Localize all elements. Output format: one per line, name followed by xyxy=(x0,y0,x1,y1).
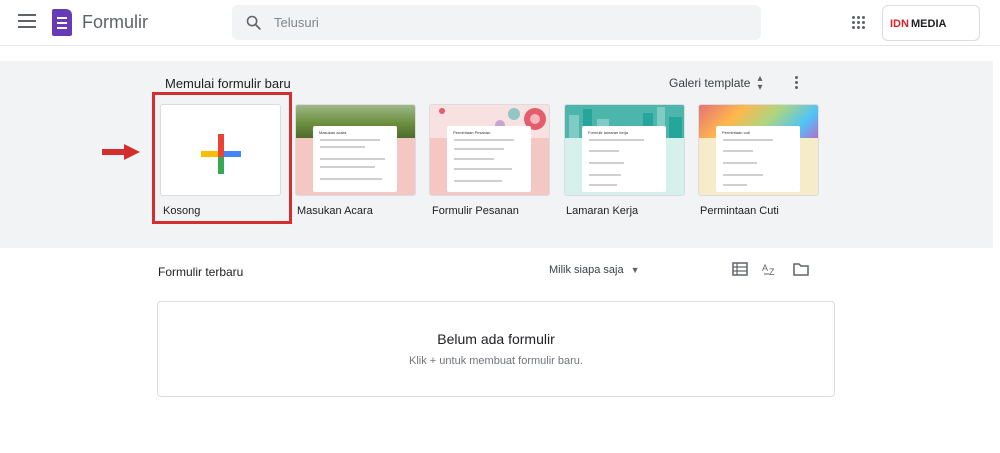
template-label-job-application[interactable]: Lamaran Kerja xyxy=(566,205,638,217)
sort-az-icon[interactable]: A Z xyxy=(762,262,778,276)
template-card-event-feedback[interactable]: Masukan acara xyxy=(295,104,416,196)
recent-forms-title: Formulir terbaru xyxy=(158,265,244,279)
mini-form-title: Formulir lamaran kerja xyxy=(588,130,629,135)
template-label-event-feedback[interactable]: Masukan Acara xyxy=(297,205,373,217)
empty-state-title: Belum ada formulir xyxy=(437,331,555,347)
mini-form-title: Masukan acara xyxy=(319,130,347,135)
gallery-title: Memulai formulir baru xyxy=(165,76,291,91)
mini-form-preview: Formulir lamaran kerja xyxy=(582,126,666,192)
highlight-box-annotation xyxy=(152,92,292,224)
more-vert-icon[interactable] xyxy=(795,76,799,90)
menu-icon[interactable] xyxy=(18,14,36,28)
svg-text:Z: Z xyxy=(769,267,775,276)
mini-form-preview: Permintaan cuti xyxy=(716,126,800,192)
mini-form-preview: Masukan acara xyxy=(313,126,397,192)
caret-down-icon: ▼ xyxy=(630,265,640,275)
folder-icon[interactable] xyxy=(793,262,809,276)
template-card-time-off[interactable]: Permintaan cuti xyxy=(698,104,819,196)
top-app-bar: Formulir IDN MEDIA xyxy=(0,0,1000,46)
template-gallery: Memulai formulir baru Galeri template ▴ ▾… xyxy=(0,61,993,248)
template-label-order-form[interactable]: Formulir Pesanan xyxy=(432,205,519,217)
account-brand-logo[interactable]: IDN MEDIA xyxy=(882,5,980,41)
owner-filter-label: Milik siapa saja xyxy=(549,264,624,276)
template-gallery-button[interactable]: Galeri template xyxy=(669,76,750,90)
owner-filter-dropdown[interactable]: Milik siapa saja ▼ xyxy=(549,264,640,276)
template-label-time-off[interactable]: Permintaan Cuti xyxy=(700,205,779,217)
brand-text-media: MEDIA xyxy=(911,18,947,30)
mini-form-title: Permintaan Pesanan xyxy=(453,130,491,135)
template-card-job-application[interactable]: Formulir lamaran kerja xyxy=(564,104,685,196)
template-card-order-form[interactable]: Permintaan Pesanan xyxy=(429,104,550,196)
apps-grid-icon[interactable] xyxy=(852,16,866,30)
empty-state-subtitle: Klik + untuk membuat formulir baru. xyxy=(409,355,583,367)
search-input[interactable] xyxy=(274,5,744,40)
search-bar[interactable] xyxy=(232,5,761,40)
svg-text:A: A xyxy=(762,263,768,273)
search-icon[interactable] xyxy=(245,14,262,31)
empty-state-panel: Belum ada formulir Klik + untuk membuat … xyxy=(157,301,835,397)
unfold-icon[interactable]: ▴ ▾ xyxy=(755,74,765,93)
mini-form-title: Permintaan cuti xyxy=(722,130,750,135)
red-arrow-annotation xyxy=(102,144,140,160)
forms-logo-icon[interactable] xyxy=(52,9,72,36)
list-view-icon[interactable] xyxy=(732,262,748,276)
app-title[interactable]: Formulir xyxy=(82,12,148,33)
brand-text-idn: IDN xyxy=(890,18,909,30)
mini-form-preview: Permintaan Pesanan xyxy=(447,126,531,192)
